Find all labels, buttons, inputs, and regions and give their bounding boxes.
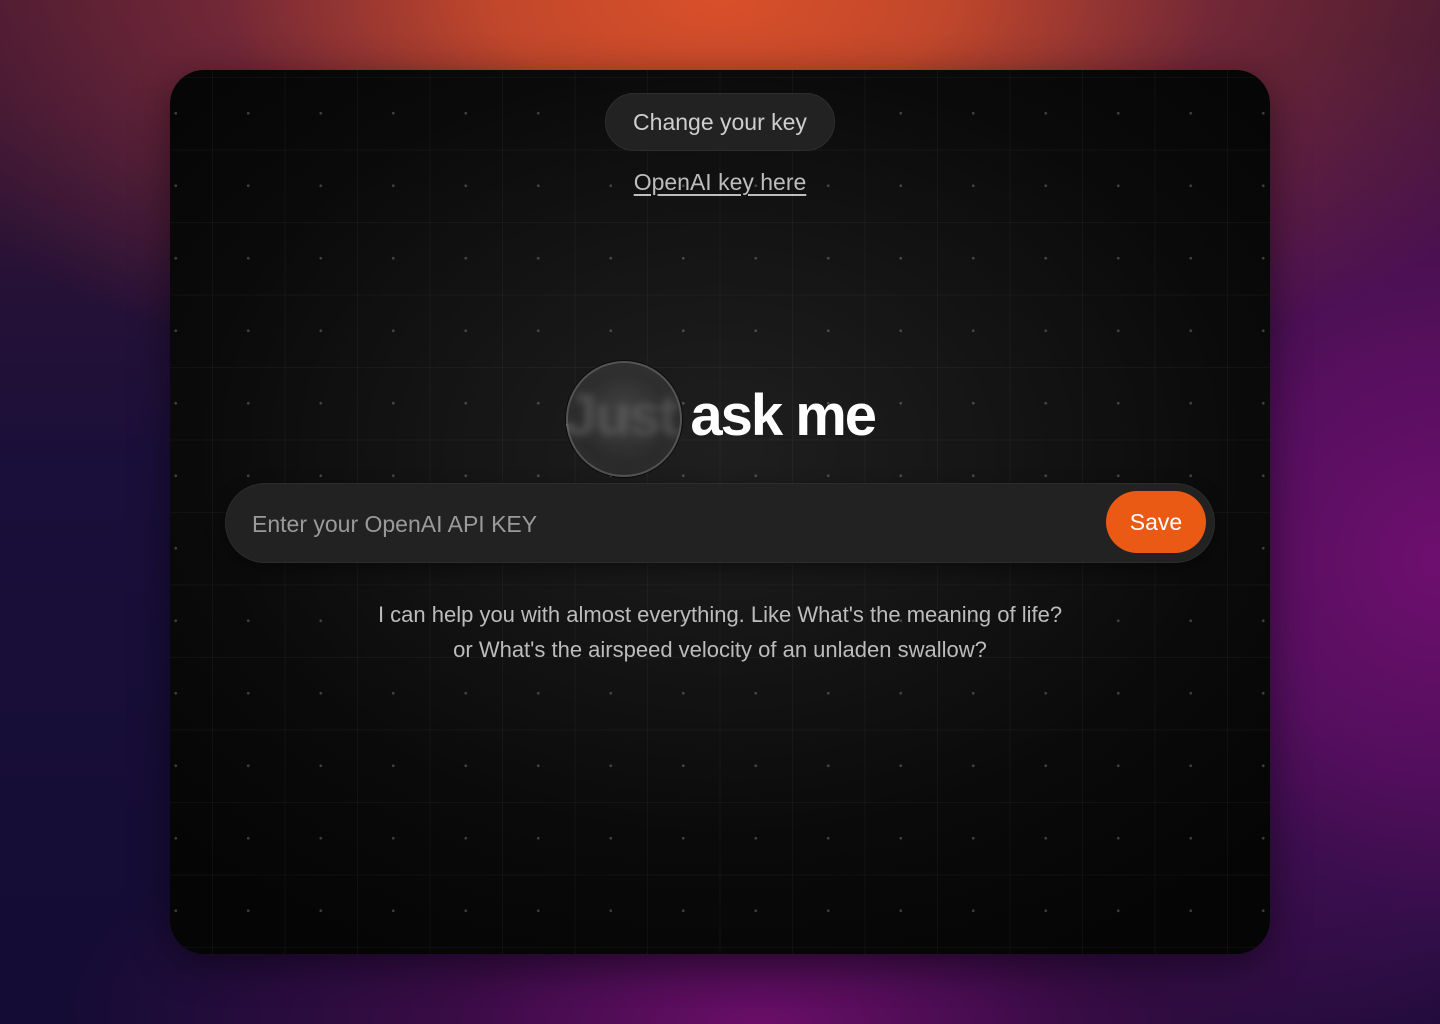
api-key-input[interactable] — [250, 484, 1104, 564]
helper-text: I can help you with almost everything. L… — [170, 597, 1270, 667]
helper-text-line-1: I can help you with almost everything. L… — [377, 602, 1063, 627]
main-card: Change your key OpenAI key here Just ask… — [170, 70, 1270, 954]
helper-text-line-2: or What's the airspeed velocity of an un… — [453, 637, 987, 662]
change-key-button[interactable]: Change your key — [605, 93, 835, 151]
openai-key-link[interactable]: OpenAI key here — [634, 169, 807, 195]
save-button[interactable]: Save — [1106, 491, 1206, 553]
api-key-form: Save — [225, 483, 1215, 564]
hero-title: Just ask me — [564, 383, 877, 448]
openai-key-link-container: OpenAI key here — [170, 169, 1270, 196]
